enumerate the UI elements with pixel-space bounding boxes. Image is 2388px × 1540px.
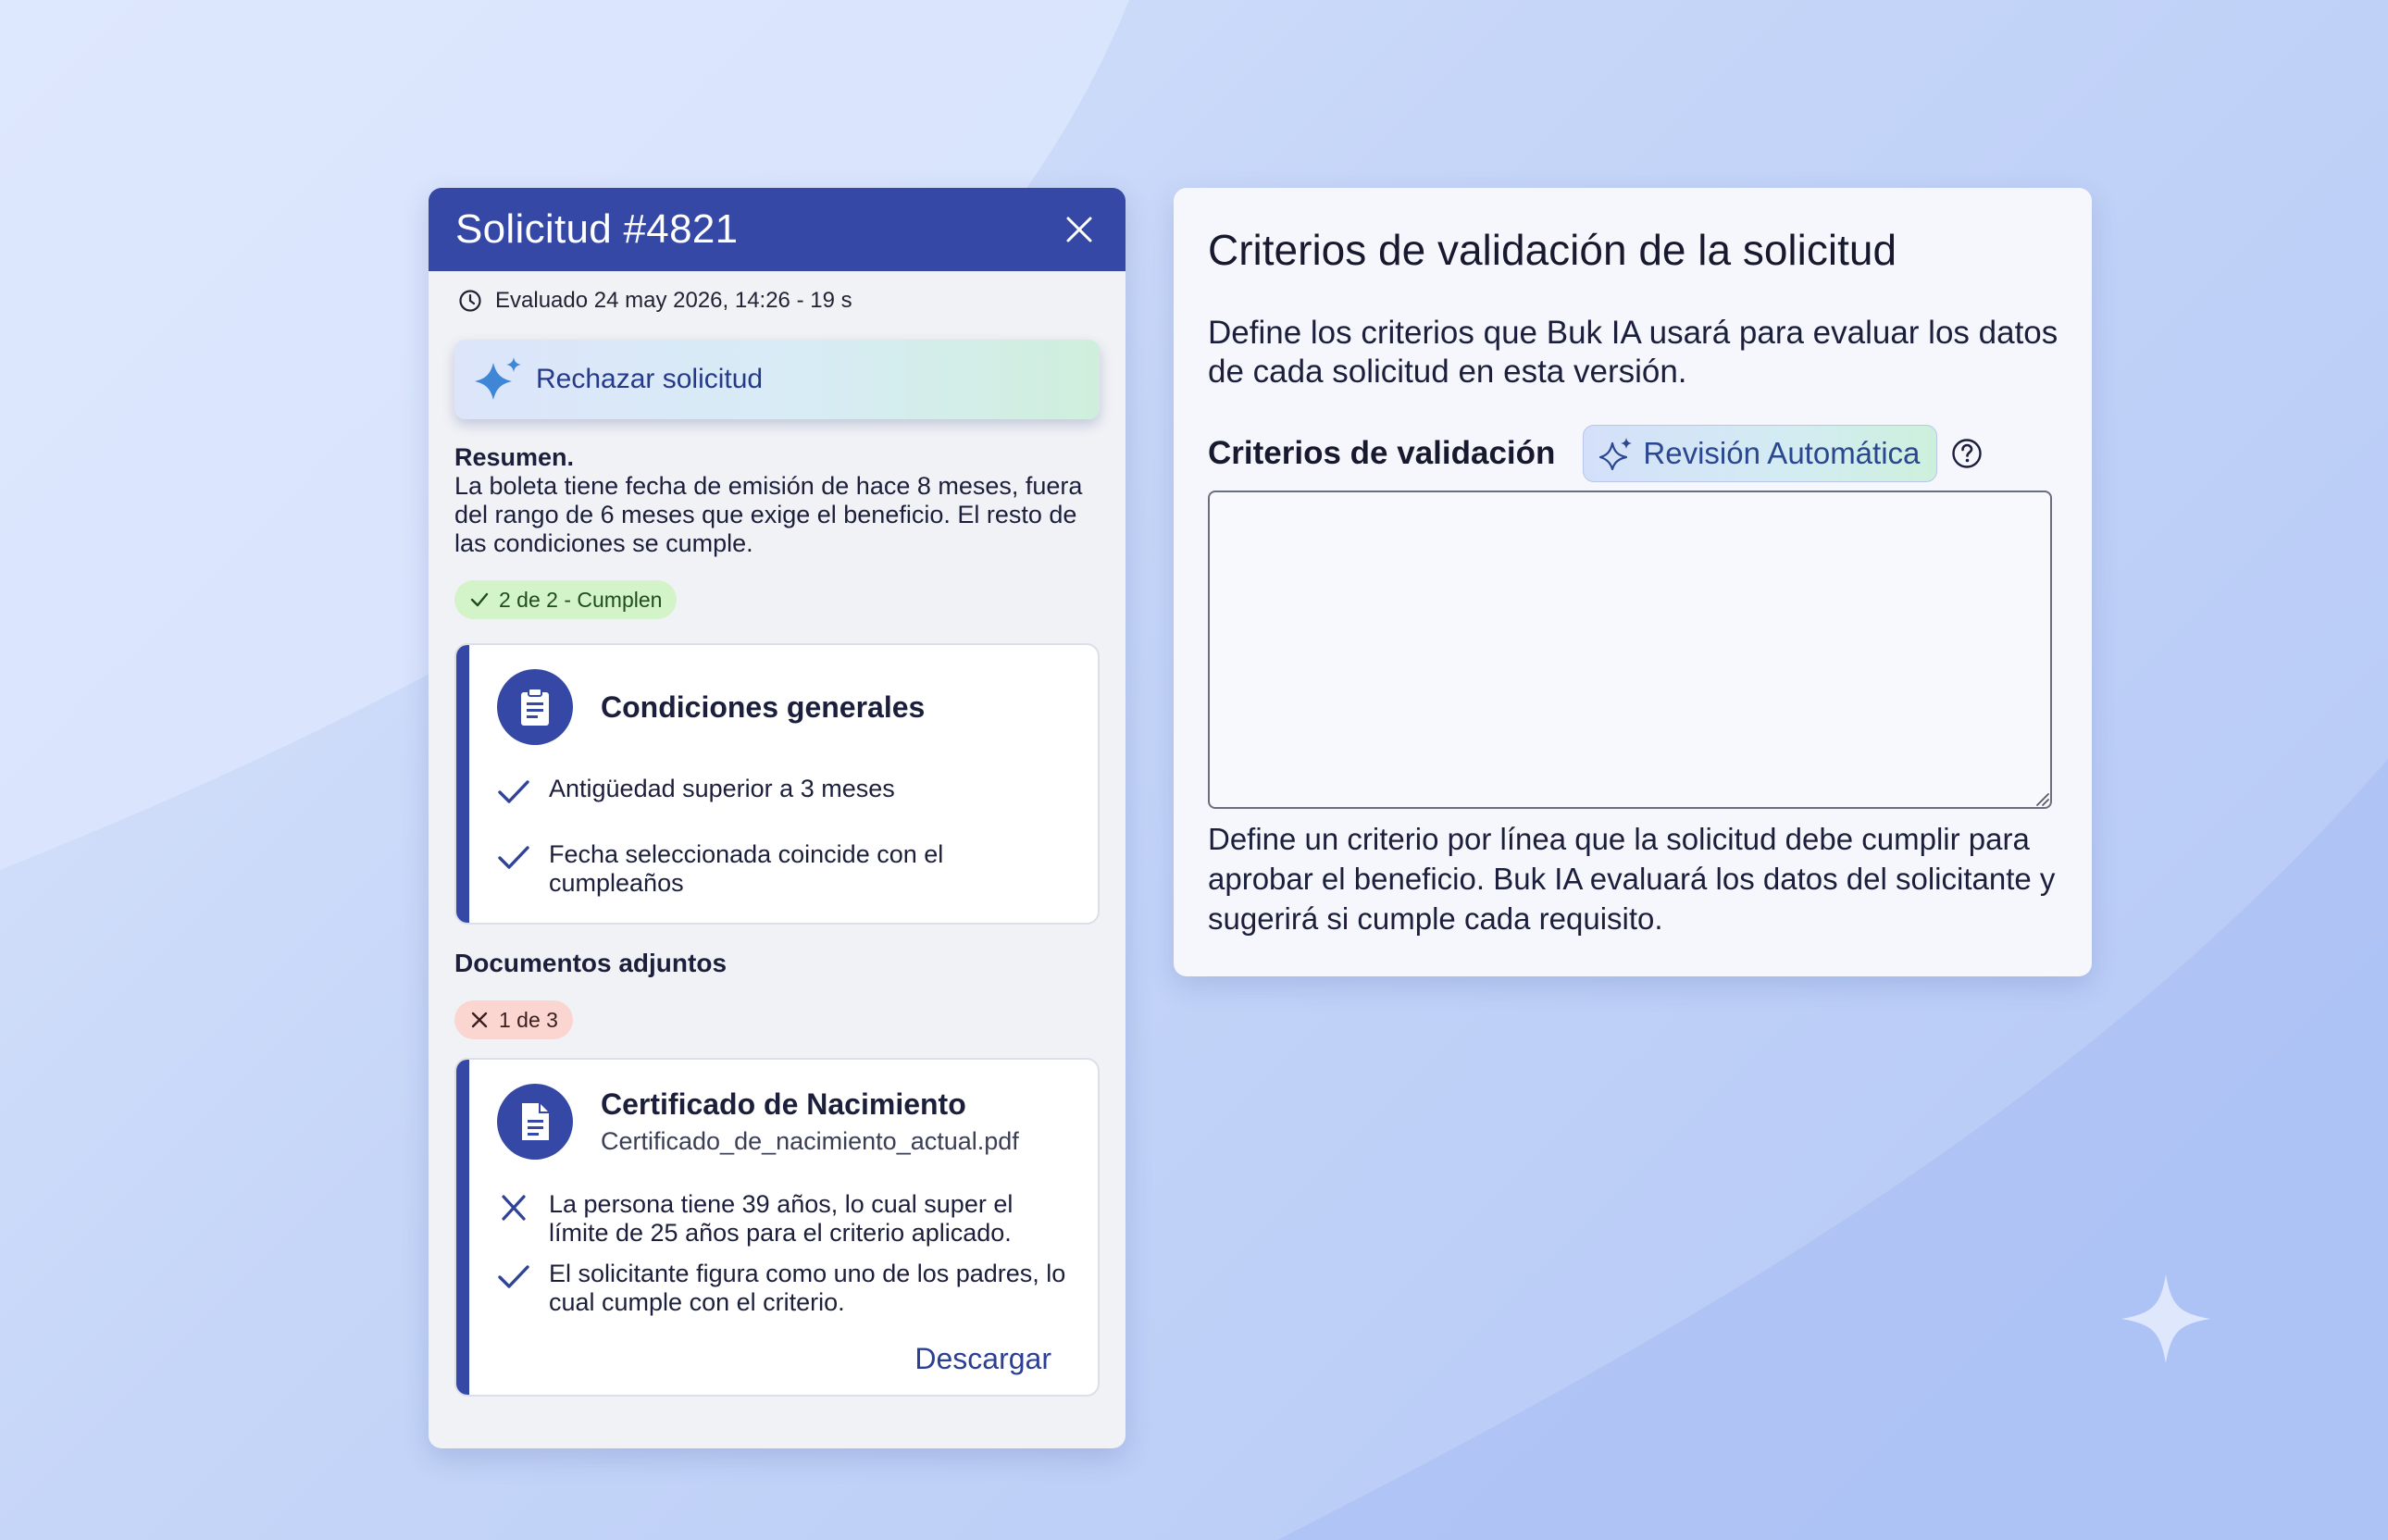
clipboard-icon [497, 669, 573, 745]
check-icon [498, 1265, 529, 1288]
conditions-title: Condiciones generales [601, 689, 926, 724]
validation-criteria-panel: Criterios de validación de la solicitud … [1174, 188, 2092, 976]
condition-item: Antigüedad superior a 3 meses [497, 775, 1076, 806]
document-check-item: La persona tiene 39 años, lo cual super … [497, 1190, 1076, 1248]
document-check-text: La persona tiene 39 años, lo cual super … [549, 1190, 1014, 1247]
conditions-status-badge: 2 de 2 - Cumplen [454, 580, 678, 619]
document-check-item: El solicitante figura como uno de los pa… [497, 1260, 1076, 1317]
close-icon [1066, 217, 1092, 242]
automatic-review-badge[interactable]: Revisión Automática [1583, 425, 1938, 482]
summary-text: La boleta tiene fecha de emisión de hace… [454, 472, 1083, 557]
download-link[interactable]: Descargar [914, 1342, 1051, 1376]
document-card: Certificado de Nacimiento Certificado_de… [454, 1058, 1100, 1397]
ai-sparkle-icon [1599, 438, 1633, 471]
request-title: Solicitud #4821 [455, 206, 739, 252]
document-icon [497, 1084, 573, 1160]
criteria-panel-title: Criterios de validación de la solicitud [1208, 226, 1897, 274]
condition-text: Fecha seleccionada coincide con el cumpl… [549, 840, 944, 897]
ai-sparkle-icon [475, 357, 521, 400]
documents-status-badge: 1 de 3 [454, 1000, 573, 1039]
x-icon [471, 1012, 488, 1028]
document-title: Certificado de Nacimiento [601, 1087, 966, 1121]
check-icon [470, 592, 489, 607]
summary: Resumen. La boleta tiene fecha de emisió… [454, 443, 1100, 558]
clock-icon [459, 290, 481, 312]
criteria-panel-description: Define los criterios que Buk IA usará pa… [1208, 315, 2058, 390]
criteria-help-text: Define un criterio por línea que la soli… [1208, 822, 2056, 936]
evaluation-text: Evaluado 24 may 2026, 14:26 - 19 s [495, 288, 852, 313]
automatic-review-label: Revisión Automática [1643, 436, 1921, 470]
condition-item: Fecha seleccionada coincide con el cumpl… [497, 840, 1076, 898]
recommendation-banner[interactable]: Rechazar solicitud [454, 340, 1100, 419]
documents-status-text: 1 de 3 [499, 1007, 558, 1032]
close-button[interactable] [1061, 211, 1098, 248]
help-icon [1952, 439, 1983, 468]
condition-text: Antigüedad superior a 3 meses [549, 775, 895, 802]
summary-title: Resumen. [454, 443, 575, 471]
check-icon [498, 780, 529, 803]
documents-section-title: Documentos adjuntos [454, 949, 728, 977]
document-filename: Certificado_de_nacimiento_actual.pdf [601, 1127, 1019, 1155]
general-conditions-card: Condiciones generales Antigüedad superio… [454, 643, 1100, 925]
document-check-text: El solicitante figura como uno de los pa… [549, 1260, 1066, 1316]
check-icon [498, 846, 529, 869]
x-icon [502, 1195, 526, 1221]
resize-handle-icon[interactable] [2034, 790, 2050, 807]
request-header: Solicitud #4821 [429, 188, 1126, 271]
request-panel: Solicitud #4821 Evaluado 24 may 2026, 14… [429, 188, 1126, 1448]
conditions-status-text: 2 de 2 - Cumplen [499, 587, 663, 612]
criteria-textarea[interactable] [1208, 491, 2052, 809]
help-button[interactable] [1950, 437, 1984, 470]
criteria-field-label: Criterios de validación [1208, 435, 1556, 471]
recommendation-label: Rechazar solicitud [536, 364, 764, 394]
evaluation-timestamp: Evaluado 24 may 2026, 14:26 - 19 s [458, 284, 1126, 317]
